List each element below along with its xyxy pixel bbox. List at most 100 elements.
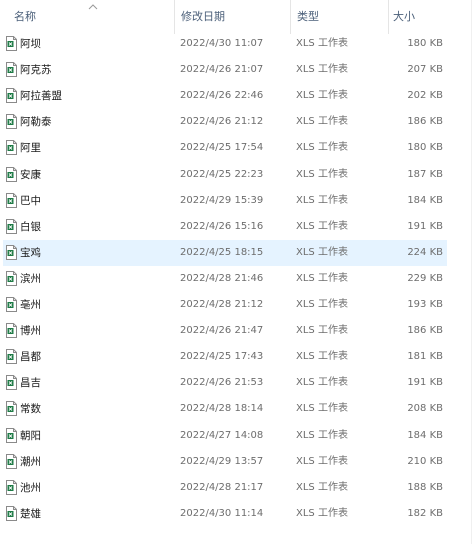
file-row[interactable]: 昌吉 2022/4/26 21:53 XLS 工作表 191 KB — [3, 370, 447, 396]
file-size: 191 KB — [407, 377, 443, 389]
file-row[interactable]: 楚雄 2022/4/30 11:14 XLS 工作表 182 KB — [3, 501, 447, 527]
file-row[interactable]: 巴中 2022/4/29 15:39 XLS 工作表 184 KB — [3, 188, 447, 214]
xls-file-icon — [6, 62, 17, 78]
xls-file-icon — [6, 479, 17, 495]
file-size: 229 KB — [407, 272, 443, 284]
xls-file-icon — [6, 270, 17, 286]
file-row[interactable]: 池州 2022/4/28 21:17 XLS 工作表 188 KB — [3, 475, 447, 501]
file-type: XLS 工作表 — [296, 377, 348, 389]
file-name: 昌都 — [20, 351, 41, 364]
file-row[interactable]: 昌都 2022/4/25 17:43 XLS 工作表 181 KB — [3, 344, 447, 370]
file-row[interactable]: 阿坝 2022/4/30 11:07 XLS 工作表 180 KB — [3, 31, 447, 57]
file-date-modified: 2022/4/28 21:46 — [180, 272, 264, 284]
file-date-modified: 2022/4/25 18:15 — [180, 246, 264, 258]
file-date-modified: 2022/4/26 21:07 — [180, 64, 264, 76]
file-size: 184 KB — [407, 194, 443, 206]
file-date-modified: 2022/4/28 21:12 — [180, 299, 264, 310]
file-type: XLS 工作表 — [296, 403, 348, 415]
xls-file-icon — [6, 401, 17, 417]
file-size: 191 KB — [407, 220, 443, 232]
file-name: 阿勒泰 — [20, 116, 52, 129]
file-size: 187 KB — [407, 168, 443, 180]
file-type: XLS 工作表 — [296, 299, 348, 310]
xls-file-icon — [6, 114, 17, 130]
file-row[interactable]: 朝阳 2022/4/27 14:08 XLS 工作表 184 KB — [3, 423, 447, 449]
xls-file-icon — [6, 192, 17, 208]
file-type: XLS 工作表 — [296, 90, 348, 102]
file-size: 207 KB — [407, 64, 443, 76]
file-date-modified: 2022/4/26 21:47 — [180, 325, 264, 337]
file-name: 阿克苏 — [20, 64, 52, 77]
file-name: 安康 — [20, 168, 41, 181]
file-name: 昌吉 — [20, 377, 41, 390]
xls-file-icon — [6, 140, 17, 156]
file-type: XLS 工作表 — [296, 116, 348, 128]
file-name: 滨州 — [20, 272, 41, 285]
file-date-modified: 2022/4/29 15:39 — [180, 194, 264, 206]
file-size: 186 KB — [407, 116, 443, 128]
file-row[interactable]: 白银 2022/4/26 15:16 XLS 工作表 191 KB — [3, 214, 447, 240]
file-size: 181 KB — [407, 351, 443, 363]
file-row[interactable]: 宝鸡 2022/4/25 18:15 XLS 工作表 224 KB — [3, 239, 447, 266]
file-type: XLS 工作表 — [296, 455, 348, 467]
file-type: XLS 工作表 — [296, 507, 348, 519]
xls-file-icon — [6, 88, 17, 104]
file-size: 180 KB — [407, 38, 443, 49]
xls-file-icon — [6, 323, 17, 339]
file-size: 202 KB — [407, 90, 443, 102]
file-name: 阿坝 — [20, 38, 41, 50]
file-size: 186 KB — [407, 325, 443, 337]
file-name: 阿里 — [20, 142, 41, 155]
file-row[interactable]: 安康 2022/4/25 22:23 XLS 工作表 187 KB — [3, 162, 447, 188]
file-row[interactable]: 滨州 2022/4/28 21:46 XLS 工作表 229 KB — [3, 266, 447, 292]
file-row[interactable]: 潮州 2022/4/29 13:57 XLS 工作表 210 KB — [3, 449, 447, 475]
file-date-modified: 2022/4/25 17:43 — [180, 351, 264, 363]
file-type: XLS 工作表 — [296, 272, 348, 284]
column-header-name[interactable]: 名称 — [6, 0, 174, 34]
column-header-type[interactable]: 类型 — [290, 0, 388, 34]
column-header-size[interactable]: 大小 — [388, 0, 448, 34]
file-name: 池州 — [20, 481, 41, 494]
file-row[interactable]: 亳州 2022/4/28 21:12 XLS 工作表 193 KB — [3, 292, 447, 318]
file-date-modified: 2022/4/29 13:57 — [180, 455, 264, 467]
file-type: XLS 工作表 — [296, 142, 348, 154]
file-date-modified: 2022/4/30 11:14 — [180, 507, 264, 519]
file-size: 224 KB — [407, 246, 443, 258]
file-size: 210 KB — [407, 455, 443, 467]
file-row[interactable]: 阿勒泰 2022/4/26 21:12 XLS 工作表 186 KB — [3, 109, 447, 135]
file-date-modified: 2022/4/25 17:54 — [180, 142, 264, 154]
xls-file-icon — [6, 349, 17, 365]
file-type: XLS 工作表 — [296, 351, 348, 363]
file-date-modified: 2022/4/25 22:23 — [180, 168, 264, 180]
file-name: 阿拉善盟 — [20, 90, 62, 103]
file-row[interactable]: 阿里 2022/4/25 17:54 XLS 工作表 180 KB — [3, 135, 447, 161]
xls-file-icon — [6, 244, 17, 260]
file-row[interactable]: 阿克苏 2022/4/26 21:07 XLS 工作表 207 KB — [3, 57, 447, 83]
file-type: XLS 工作表 — [296, 64, 348, 76]
file-size: 184 KB — [407, 429, 443, 441]
file-date-modified: 2022/4/26 15:16 — [180, 220, 264, 232]
file-size: 180 KB — [407, 142, 443, 154]
file-date-modified: 2022/4/26 21:53 — [180, 377, 264, 389]
file-row[interactable]: 阿拉善盟 2022/4/26 22:46 XLS 工作表 202 KB — [3, 83, 447, 109]
scrollbar-track[interactable] — [471, 0, 472, 544]
file-name: 白银 — [20, 220, 41, 233]
file-row[interactable]: 博州 2022/4/26 21:47 XLS 工作表 186 KB — [3, 318, 447, 344]
file-name: 博州 — [20, 325, 41, 338]
file-size: 193 KB — [407, 299, 443, 310]
xls-file-icon — [6, 297, 17, 312]
file-name: 常数 — [20, 403, 41, 416]
xls-file-icon — [6, 166, 17, 182]
file-date-modified: 2022/4/28 18:14 — [180, 403, 264, 415]
xls-file-icon — [6, 453, 17, 469]
file-date-modified: 2022/4/26 22:46 — [180, 90, 264, 102]
column-header-date-modified[interactable]: 修改日期 — [174, 0, 290, 34]
file-name: 楚雄 — [20, 507, 41, 520]
file-size: 182 KB — [407, 507, 443, 519]
xls-file-icon — [6, 427, 17, 443]
file-type: XLS 工作表 — [296, 481, 348, 493]
file-name: 巴中 — [20, 194, 41, 207]
file-row[interactable]: 常数 2022/4/28 18:14 XLS 工作表 208 KB — [3, 396, 447, 422]
xls-file-icon — [6, 505, 17, 521]
file-type: XLS 工作表 — [296, 194, 348, 206]
